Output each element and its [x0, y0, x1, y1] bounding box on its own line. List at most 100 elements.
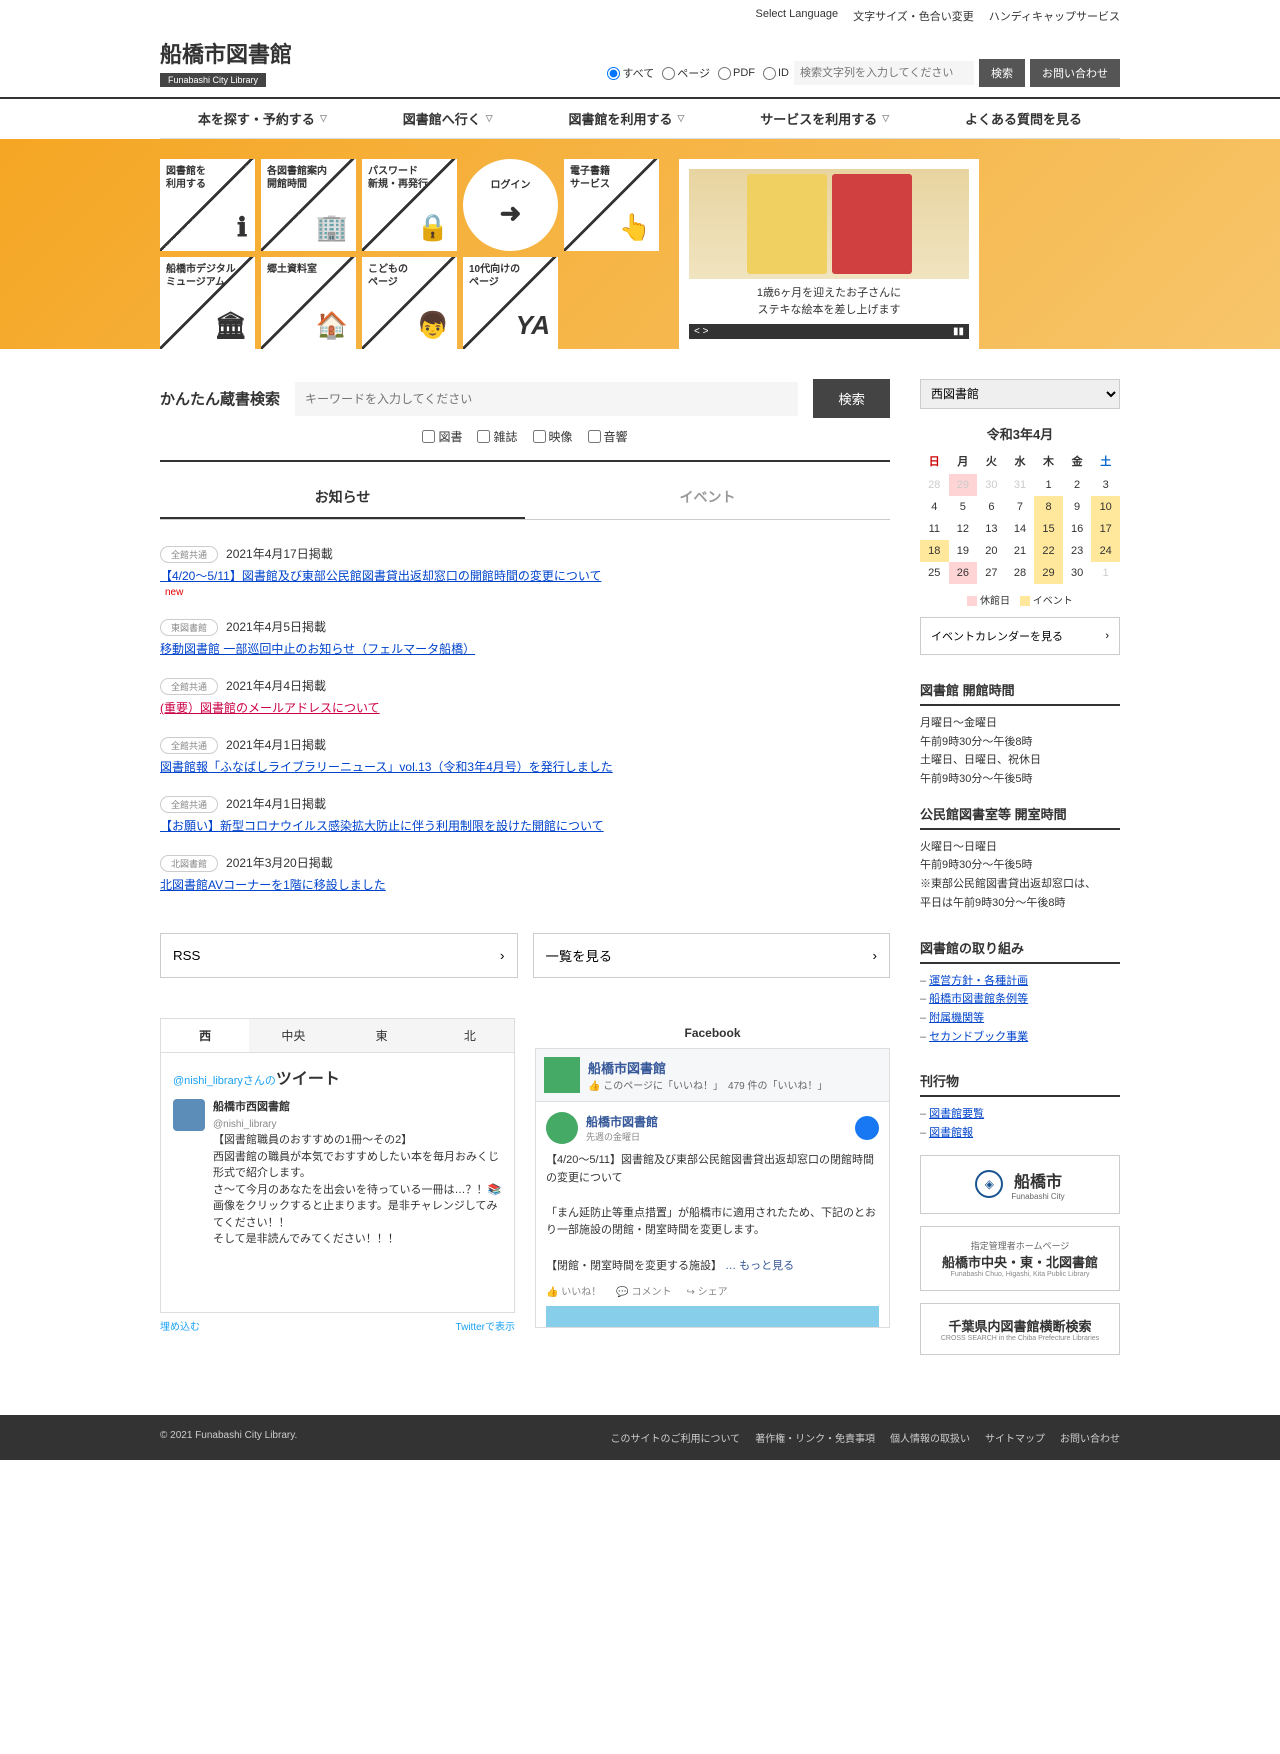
hero-ebook[interactable]: 電子書籍サービス👆 [564, 159, 659, 251]
library-select[interactable]: 西図書館 [920, 379, 1120, 409]
footer-link[interactable]: 個人情報の取扱い [890, 1430, 970, 1445]
slide-pause[interactable]: ▮▮ [953, 326, 964, 337]
radio-all[interactable]: すべて [607, 65, 654, 81]
accessibility-link[interactable]: ハンディキャップサービス [989, 8, 1120, 24]
news-link[interactable]: 図書館報「ふなばしライブラリーニュース」vol.13（令和3年4月号）を発行しま… [160, 758, 890, 775]
radio-pdf[interactable]: PDF [718, 65, 755, 81]
nav-faq[interactable]: よくある質問を見る [965, 109, 1082, 128]
sidebar-link[interactable]: 図書館報 [929, 1127, 973, 1139]
nav-visit[interactable]: 図書館へ行く▽ [403, 109, 493, 128]
hero-guide[interactable]: 各図書館案内開館時間🏢 [261, 159, 356, 251]
news-link[interactable]: 【4/20～5/11】図書館及び東部公民館図書貸出返却窓口の開館時間の変更につい… [160, 567, 890, 584]
hero-ya[interactable]: 10代向けのページYA [463, 257, 558, 349]
fb-more[interactable]: … もっと見る [725, 1260, 794, 1272]
footer-link[interactable]: サイトマップ [985, 1430, 1045, 1445]
calendar-day[interactable]: 21 [1006, 540, 1035, 562]
calendar-day[interactable]: 25 [920, 562, 949, 584]
site-search-button[interactable]: 検索 [979, 59, 1025, 87]
calendar-day[interactable]: 19 [949, 540, 978, 562]
check-mag[interactable]: 雑誌 [477, 428, 517, 445]
calendar-day[interactable]: 17 [1091, 518, 1120, 540]
hero-login[interactable]: ログイン➜ [463, 159, 558, 251]
calendar-day[interactable]: 29 [1034, 562, 1063, 584]
fb-page-name[interactable]: 船橋市図書館 [588, 1058, 828, 1077]
calendar-day[interactable]: 27 [977, 562, 1006, 584]
fb-post-name[interactable]: 船橋市図書館 [586, 1113, 658, 1130]
banner-manager[interactable]: 指定管理者ホームページ 船橋市中央・東・北図書館 Funabashi Chuo,… [920, 1226, 1120, 1291]
calendar-day[interactable]: 15 [1034, 518, 1063, 540]
font-link[interactable]: 文字サイズ・色合い変更 [853, 8, 974, 24]
fb-like-button[interactable]: 👍 このページに「いいね！」 [588, 1081, 718, 1092]
calendar-day[interactable]: 2 [1063, 474, 1092, 496]
sns-tab-north[interactable]: 北 [426, 1019, 514, 1052]
check-book[interactable]: 図書 [422, 428, 462, 445]
calendar-day[interactable]: 23 [1063, 540, 1092, 562]
nav-find[interactable]: 本を探す・予約する▽ [198, 109, 327, 128]
calendar-day[interactable]: 14 [1006, 518, 1035, 540]
slide-next[interactable]: > [703, 326, 709, 337]
logo[interactable]: 船橋市図書館 Funabashi City Library [160, 37, 292, 87]
calendar-day[interactable]: 29 [949, 474, 978, 496]
calendar-day[interactable]: 16 [1063, 518, 1092, 540]
hero-museum[interactable]: 船橋市デジタルミュージアム🏛 [160, 257, 255, 349]
calendar-day[interactable]: 7 [1006, 496, 1035, 518]
hero-password[interactable]: パスワード新規・再発行🔒 [362, 159, 457, 251]
slide-prev[interactable]: < [694, 326, 700, 337]
news-link[interactable]: 北図書館AVコーナーを1階に移設しました [160, 876, 890, 893]
calendar-day[interactable]: 28 [1006, 562, 1035, 584]
calendar-day[interactable]: 3 [1091, 474, 1120, 496]
news-link[interactable]: 移動図書館 一部巡回中止のお知らせ（フェルマータ船橋） [160, 640, 890, 657]
site-search-input[interactable] [794, 61, 974, 85]
calendar-day[interactable]: 30 [1063, 562, 1092, 584]
calendar-day[interactable]: 20 [977, 540, 1006, 562]
sidebar-link[interactable]: 図書館要覧 [929, 1108, 984, 1120]
hero-use[interactable]: 図書館を利用するℹ [160, 159, 255, 251]
tab-news[interactable]: お知らせ [160, 477, 525, 519]
hero-local[interactable]: 郷土資料室🏠 [261, 257, 356, 349]
fb-comment-action[interactable]: 💬 コメント [616, 1283, 671, 1298]
check-video[interactable]: 映像 [533, 428, 573, 445]
fb-like-action[interactable]: 👍 いいね！ [546, 1283, 601, 1298]
calendar-button[interactable]: イベントカレンダーを見る› [920, 617, 1120, 655]
lang-link[interactable]: Select Language [756, 8, 839, 24]
calendar-day[interactable]: 31 [1006, 474, 1035, 496]
nav-use[interactable]: 図書館を利用する▽ [568, 109, 684, 128]
hero-kids[interactable]: こどものページ👦 [362, 257, 457, 349]
calendar-day[interactable]: 10 [1091, 496, 1120, 518]
calendar-day[interactable]: 4 [920, 496, 949, 518]
sns-tab-west[interactable]: 西 [161, 1019, 249, 1052]
news-link[interactable]: 【お願い】新型コロナウイルス感染拡大防止に伴う利用制限を設けた開館について [160, 817, 890, 834]
calendar-day[interactable]: 1 [1034, 474, 1063, 496]
fb-share-action[interactable]: ↪ シェア [686, 1283, 727, 1298]
calendar-day[interactable]: 1 [1091, 562, 1120, 584]
banner-cross[interactable]: 千葉県内図書館横断検索 CROSS SEARCH in the Chiba Pr… [920, 1303, 1120, 1355]
sidebar-link[interactable]: セカンドブック事業 [929, 1031, 1028, 1043]
calendar-day[interactable]: 24 [1091, 540, 1120, 562]
rss-button[interactable]: RSS› [160, 933, 518, 978]
check-audio[interactable]: 音響 [588, 428, 628, 445]
sns-tab-east[interactable]: 東 [338, 1019, 426, 1052]
calendar-day[interactable]: 6 [977, 496, 1006, 518]
calendar-day[interactable]: 22 [1034, 540, 1063, 562]
catalog-search-input[interactable] [295, 382, 798, 416]
catalog-search-button[interactable]: 検索 [813, 379, 890, 418]
calendar-day[interactable]: 30 [977, 474, 1006, 496]
tw-view[interactable]: Twitterで表示 [456, 1318, 515, 1333]
sidebar-link[interactable]: 船橋市図書館条例等 [929, 993, 1028, 1005]
calendar-day[interactable]: 9 [1063, 496, 1092, 518]
calendar-day[interactable]: 5 [949, 496, 978, 518]
calendar-day[interactable]: 13 [977, 518, 1006, 540]
calendar-day[interactable]: 8 [1034, 496, 1063, 518]
fb-post-image[interactable]: 【シニア向け図書館ICT講座】 [546, 1306, 879, 1328]
tab-event[interactable]: イベント [525, 477, 890, 519]
news-link[interactable]: (重要）図書館のメールアドレスについて [160, 699, 890, 716]
radio-id[interactable]: ID [763, 65, 789, 81]
footer-link[interactable]: このサイトのご利用について [610, 1430, 740, 1445]
tw-embed[interactable]: 埋め込む [160, 1318, 200, 1333]
sidebar-link[interactable]: 附属機関等 [929, 1012, 984, 1024]
footer-link[interactable]: お問い合わせ [1060, 1430, 1120, 1445]
contact-button[interactable]: お問い合わせ [1030, 59, 1120, 87]
calendar-day[interactable]: 11 [920, 518, 949, 540]
banner-city[interactable]: ◈船橋市Funabashi City [920, 1155, 1120, 1214]
calendar-day[interactable]: 18 [920, 540, 949, 562]
